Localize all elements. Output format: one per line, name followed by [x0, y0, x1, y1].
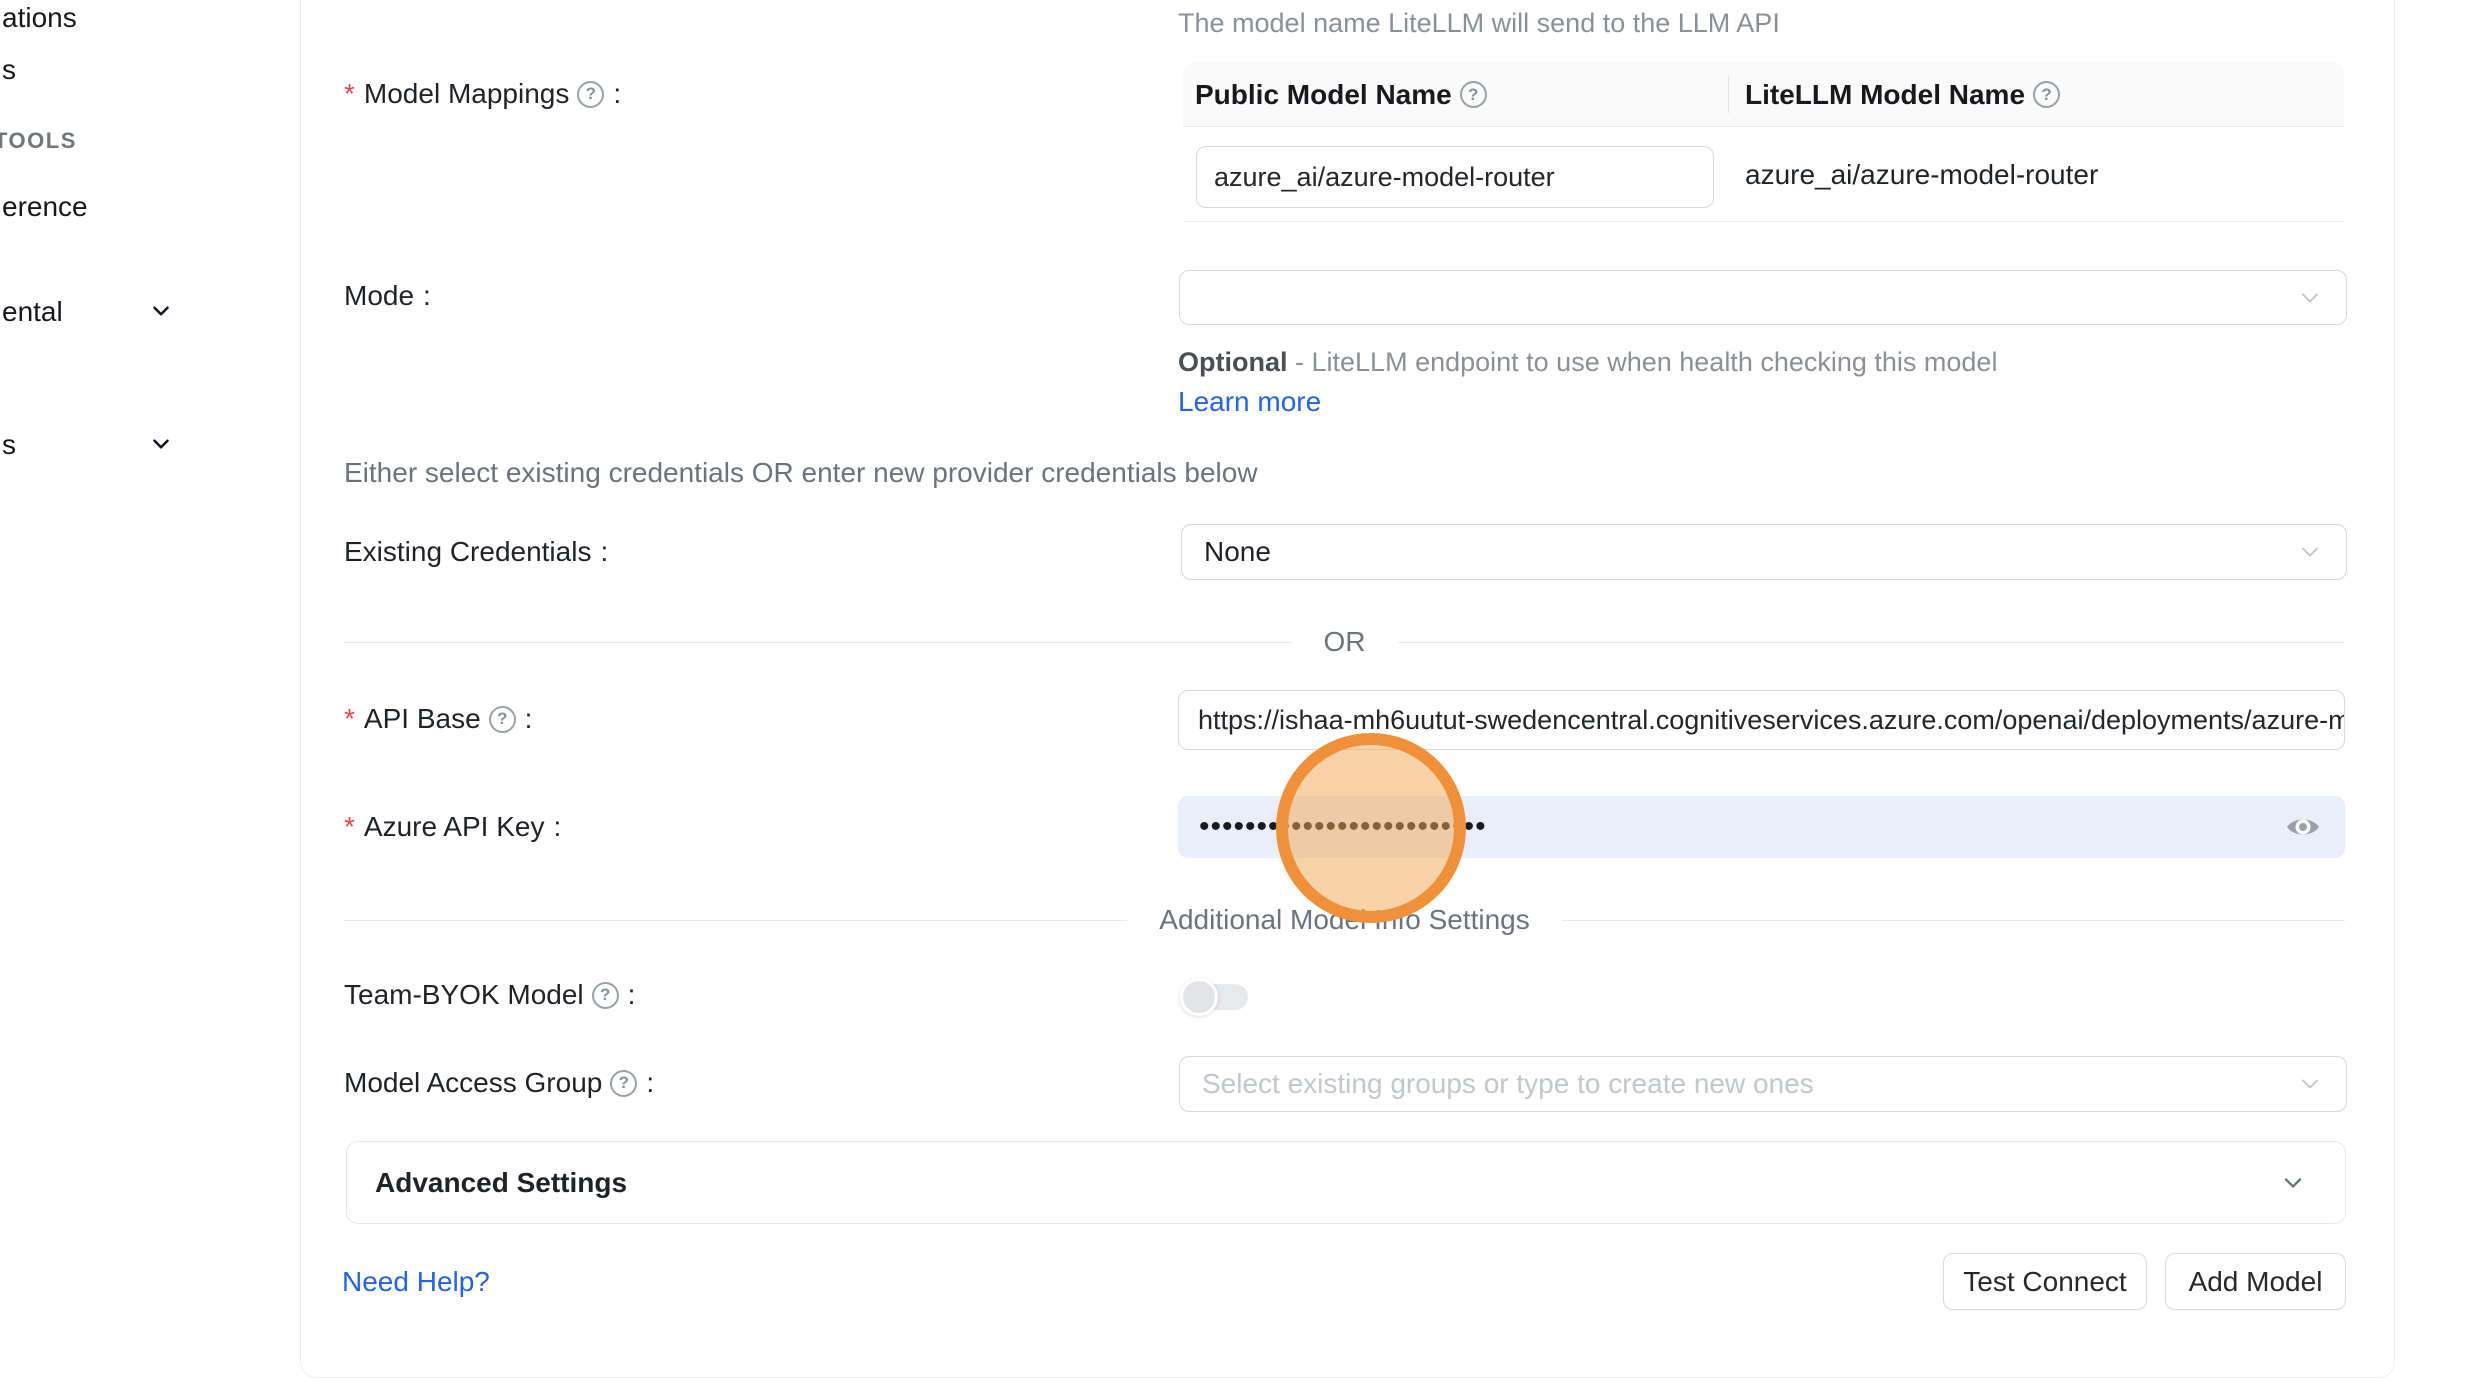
label-text: Azure API Key	[364, 811, 545, 843]
chevron-down-icon[interactable]	[148, 431, 174, 457]
existing-credentials-select[interactable]: None	[1181, 524, 2347, 580]
azure-api-key-input[interactable]: •••••••••••••••••••••••••	[1178, 796, 2345, 858]
model-access-group-label: Model Access Group ? :	[344, 1063, 654, 1103]
model-mappings-label: * Model Mappings ? :	[344, 74, 621, 114]
help-question-icon[interactable]: ?	[592, 982, 619, 1009]
toggle-knob	[1180, 978, 1218, 1016]
link-word: Learn	[1178, 386, 1250, 417]
team-byok-toggle[interactable]	[1182, 984, 1248, 1010]
divider-line	[344, 642, 1292, 643]
additional-settings-divider: Additional Model Info Settings	[344, 900, 2345, 940]
litellm-model-name-cell: azure_ai/azure-model-router	[1745, 127, 2098, 222]
colon: :	[628, 979, 636, 1011]
colon: :	[525, 703, 533, 735]
existing-credentials-label: Existing Credentials :	[344, 532, 608, 572]
add-model-button[interactable]: Add Model	[2165, 1253, 2346, 1310]
sidebar-item-label: erence	[2, 191, 88, 223]
required-asterisk: *	[344, 78, 355, 110]
azure-api-key-label: * Azure API Key :	[344, 807, 561, 847]
help-question-icon[interactable]: ?	[2033, 81, 2060, 108]
learn-more-link[interactable]: Learn more	[1178, 386, 1321, 417]
sidebar-item-label: ental	[2, 296, 63, 328]
help-question-icon[interactable]: ?	[1460, 81, 1487, 108]
model-name-helper-text: The model name LiteLLM will send to the …	[1178, 8, 1780, 39]
masked-password-value: •••••••••••••••••••••••••	[1199, 796, 1487, 858]
advanced-settings-panel[interactable]: Advanced Settings	[346, 1141, 2346, 1224]
divider-text: Additional Model Info Settings	[1159, 904, 1529, 936]
sidebar-item-label: s	[2, 429, 16, 461]
mode-select[interactable]	[1179, 270, 2347, 325]
select-placeholder: Select existing groups or type to create…	[1180, 1068, 1814, 1100]
or-divider: OR	[344, 622, 2345, 662]
eye-icon[interactable]	[2285, 813, 2321, 841]
help-question-icon[interactable]: ?	[577, 81, 604, 108]
help-question-icon[interactable]: ?	[610, 1070, 637, 1097]
sidebar-item-settings[interactable]: s	[2, 427, 16, 463]
sidebar-item-label: ations	[2, 2, 77, 34]
table-row: azure_ai/azure-model-router azure_ai/azu…	[1183, 127, 2344, 222]
label-text: Team-BYOK Model	[344, 979, 584, 1011]
credentials-helper-text: Either select existing credentials OR en…	[344, 457, 1258, 489]
label-text: API Base	[364, 703, 481, 735]
model-mappings-table: Public Model Name ? LiteLLM Model Name ?…	[1183, 62, 2344, 222]
table-header: Public Model Name ? LiteLLM Model Name ?	[1183, 62, 2344, 127]
chevron-down-icon	[2279, 1169, 2307, 1197]
divider-line	[1562, 920, 2345, 921]
chevron-down-icon[interactable]	[148, 298, 174, 324]
sidebar-item-users[interactable]: s	[2, 52, 16, 88]
label-text: Model Mappings	[364, 78, 569, 110]
chevron-down-icon	[2296, 538, 2324, 566]
select-value: None	[1182, 536, 1271, 568]
sidebar-item-api-reference[interactable]: erence	[2, 189, 88, 225]
helper-rest: - LiteLLM endpoint to use when health ch…	[1295, 347, 1997, 377]
colon: :	[646, 1067, 654, 1099]
label-text: Model Access Group	[344, 1067, 602, 1099]
sidebar-item-organizations[interactable]: ations	[2, 0, 77, 36]
column-header-public-model-name: Public Model Name ?	[1195, 62, 1487, 127]
help-question-icon[interactable]: ?	[489, 706, 516, 733]
chevron-down-icon	[2296, 1070, 2324, 1098]
advanced-settings-label: Advanced Settings	[375, 1167, 627, 1199]
link-word: more	[1257, 386, 1321, 417]
need-help-link[interactable]: Need Help?	[342, 1266, 490, 1298]
sidebar-item-label: s	[2, 54, 16, 86]
team-byok-label: Team-BYOK Model ? :	[344, 975, 635, 1015]
divider-line	[1398, 642, 2346, 643]
column-header-label: Public Model Name	[1195, 79, 1452, 111]
model-access-group-select[interactable]: Select existing groups or type to create…	[1179, 1056, 2347, 1112]
cell-value: azure_ai/azure-model-router	[1745, 159, 2098, 191]
required-asterisk: *	[344, 811, 355, 843]
mode-label: Mode :	[344, 276, 431, 316]
input-value: azure_ai/azure-model-router	[1197, 162, 1555, 193]
colon: :	[600, 536, 608, 568]
column-header-label: LiteLLM Model Name	[1745, 79, 2025, 111]
helper-bold: Optional	[1178, 347, 1288, 377]
sidebar-item-experimental[interactable]: ental	[2, 294, 63, 330]
colon: :	[423, 280, 431, 312]
input-value: https://ishaa-mh6uutut-swedencentral.cog…	[1179, 705, 2345, 736]
api-base-label: * API Base ? :	[344, 699, 532, 739]
column-header-litellm-model-name: LiteLLM Model Name ?	[1745, 62, 2060, 127]
divider-line	[344, 920, 1127, 921]
label-text: Existing Credentials	[344, 536, 591, 568]
required-asterisk: *	[344, 703, 355, 735]
colon: :	[553, 811, 561, 843]
column-separator	[1728, 76, 1729, 113]
public-model-name-input[interactable]: azure_ai/azure-model-router	[1196, 146, 1714, 208]
chevron-down-icon	[2296, 284, 2324, 312]
divider-text: OR	[1324, 626, 1366, 658]
colon: :	[613, 78, 621, 110]
label-text: Mode	[344, 280, 414, 312]
sidebar-section-label: TOOLS	[0, 128, 77, 154]
sidebar-section-tools: TOOLS	[0, 126, 77, 156]
mode-helper-text: Optional - LiteLLM endpoint to use when …	[1178, 342, 2028, 422]
test-connect-button[interactable]: Test Connect	[1943, 1253, 2147, 1310]
api-base-input[interactable]: https://ishaa-mh6uutut-swedencentral.cog…	[1178, 690, 2345, 750]
